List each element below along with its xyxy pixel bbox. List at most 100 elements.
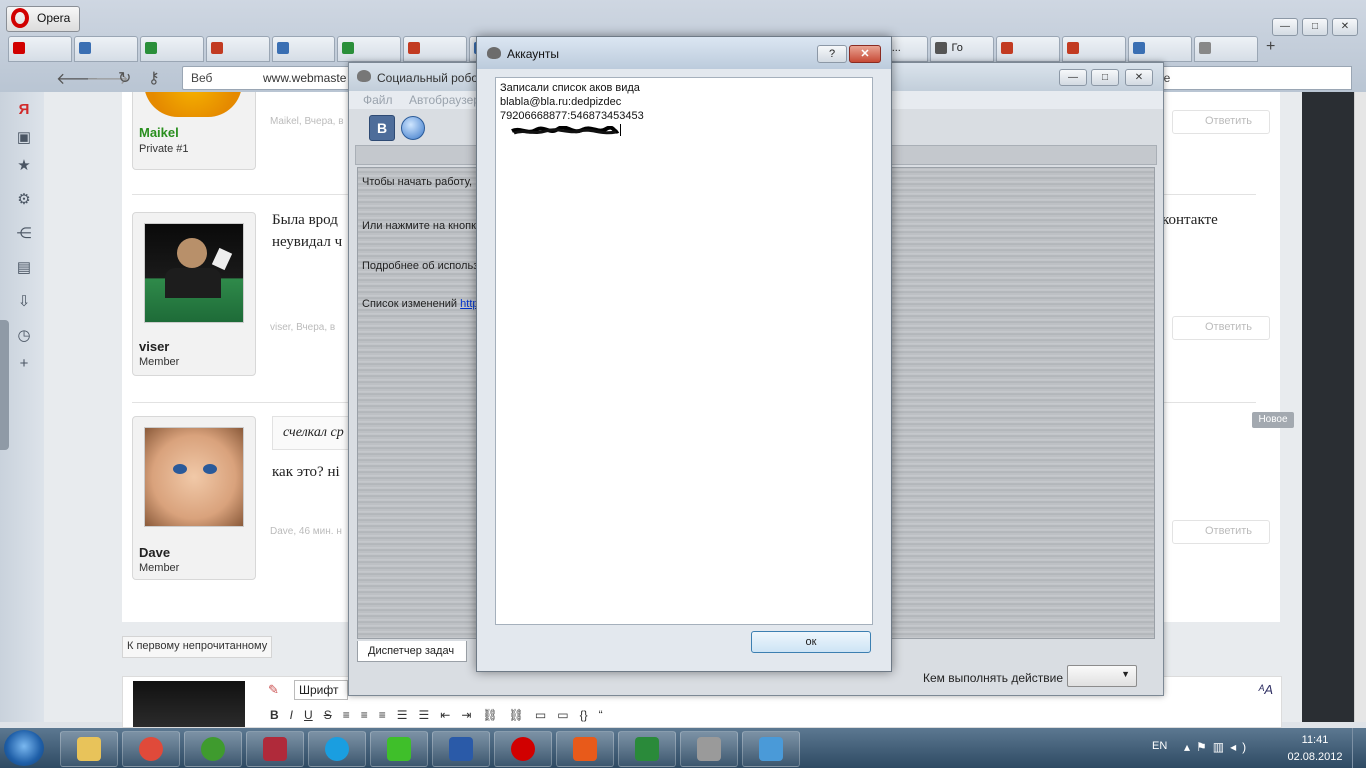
bookmarks-star-icon[interactable]: ★ — [16, 158, 32, 174]
taskbar-app-excel[interactable] — [618, 731, 676, 767]
accounts-textarea[interactable]: Записали список аков вида blabla@bla.ru:… — [495, 77, 873, 625]
browser-tab[interactable] — [205, 36, 270, 62]
link-icon[interactable]: ⛓ — [482, 708, 497, 722]
yandex-icon[interactable]: Я — [16, 102, 32, 118]
volume-icon[interactable]: ◂) — [1230, 740, 1252, 754]
maximize-icon[interactable]: □ — [1091, 69, 1119, 86]
flag-icon[interactable]: ⚑ — [1196, 740, 1213, 754]
tab-task-manager[interactable]: Диспетчер задач — [357, 641, 467, 662]
font-select[interactable]: Шрифт — [294, 680, 348, 700]
image-icon[interactable]: ▭ — [535, 708, 546, 722]
browser-tab[interactable] — [1128, 36, 1193, 62]
avatar-body-icon — [165, 268, 221, 298]
chevron-down-icon: ▼ — [1121, 669, 1130, 679]
globe-icon[interactable] — [401, 116, 425, 140]
taskbar-app-paint[interactable] — [742, 731, 800, 767]
code-icon[interactable]: {} — [580, 708, 588, 722]
robot-info-line: Чтобы начать работу, — [362, 176, 473, 188]
video-icon[interactable]: ▭ — [557, 708, 568, 722]
reply-button[interactable]: Ответить — [1172, 316, 1270, 340]
minimize-icon[interactable]: — — [1059, 69, 1087, 86]
clock-date[interactable]: 02.08.2012 — [1280, 751, 1350, 763]
new-tab-icon[interactable]: + — [1266, 38, 1275, 56]
reply-button[interactable]: Ответить — [1172, 520, 1270, 544]
post-username[interactable]: viser — [139, 339, 169, 354]
ok-button[interactable]: ок — [751, 631, 871, 653]
history-clock-icon[interactable]: ◷ — [16, 328, 32, 344]
opera-menu-button[interactable]: Opera — [6, 6, 80, 32]
taskbar-app-robot[interactable] — [680, 731, 738, 767]
browser-tab[interactable] — [1194, 36, 1258, 62]
maximize-icon[interactable]: □ — [1302, 18, 1328, 36]
browser-tab[interactable] — [139, 36, 204, 62]
post-username[interactable]: Dave — [139, 545, 170, 560]
new-posts-badge[interactable]: Новое — [1252, 412, 1294, 428]
close-icon[interactable]: ✕ — [849, 45, 881, 63]
language-indicator[interactable]: EN — [1152, 740, 1167, 752]
taskbar-app-chrome[interactable] — [122, 731, 180, 767]
address-field[interactable]: Веб www.webmaste — [182, 66, 364, 90]
align-left-icon[interactable]: ≡ — [343, 708, 350, 722]
reload-icon[interactable]: ↻ — [118, 68, 131, 88]
align-center-icon[interactable]: ≡ — [361, 708, 368, 722]
key-icon[interactable]: ⚷ — [148, 68, 160, 88]
browser-tab[interactable] — [73, 36, 138, 62]
strike-button[interactable]: S — [324, 708, 332, 722]
browser-tab[interactable] — [1062, 36, 1127, 62]
taskbar-app-disk-tool[interactable] — [246, 731, 304, 767]
vk-button[interactable]: В — [369, 115, 395, 141]
list-icon[interactable]: ☰ — [397, 708, 408, 722]
browser-tab[interactable] — [8, 36, 72, 62]
outdent-icon[interactable]: ⇤ — [440, 708, 450, 722]
clock-time[interactable]: 11:41 — [1290, 734, 1340, 746]
network-icon[interactable]: ▥ — [1213, 740, 1230, 754]
close-icon[interactable]: ✕ — [1332, 18, 1358, 36]
taskbar-app-word[interactable] — [432, 731, 490, 767]
taskbar-app-utorrent[interactable] — [184, 731, 242, 767]
reply-button[interactable]: Ответить — [1172, 110, 1270, 134]
search-field[interactable]: le — [1150, 66, 1352, 90]
unlink-icon[interactable]: ⛓ — [509, 708, 524, 722]
browser-tab[interactable] — [271, 36, 336, 62]
post-username[interactable]: Maikel — [139, 125, 179, 140]
speed-dial-icon[interactable]: ▣ — [16, 130, 32, 146]
browser-tab[interactable] — [337, 36, 402, 62]
browser-tab[interactable] — [403, 36, 468, 62]
italic-button[interactable]: I — [290, 708, 293, 722]
downloads-icon[interactable]: ⇩ — [16, 294, 32, 310]
accounts-text-line: 79206668877:546873453453 — [500, 110, 644, 122]
share-icon[interactable]: ⋲ — [16, 226, 32, 242]
post-user-role: Member — [139, 562, 180, 574]
minimize-icon[interactable]: — — [1272, 18, 1298, 36]
show-desktop-button[interactable] — [1352, 728, 1366, 768]
close-icon[interactable]: ✕ — [1125, 69, 1153, 86]
bold-button[interactable]: B — [270, 708, 279, 722]
eraser-icon[interactable]: ✎ — [268, 682, 279, 698]
add-panel-icon[interactable]: + — [16, 356, 32, 372]
taskbar-app-explorer[interactable] — [60, 731, 118, 767]
taskbar-app-skype[interactable] — [308, 731, 366, 767]
chevron-up-icon[interactable]: ▴ — [1184, 740, 1196, 754]
taskbar-app-opera[interactable] — [494, 731, 552, 767]
taskbar-app-icq[interactable] — [370, 731, 428, 767]
underline-button[interactable]: U — [304, 708, 313, 722]
menu-item-autobrowser[interactable]: Автобраузер — [409, 93, 480, 107]
notes-icon[interactable]: ▤ — [16, 260, 32, 276]
menu-item-file[interactable]: Файл — [363, 93, 393, 107]
quote-icon[interactable]: “ — [599, 708, 603, 722]
start-button[interactable] — [4, 730, 44, 766]
page-scrollbar[interactable] — [1354, 92, 1366, 722]
taskbar-app-download-master[interactable] — [556, 731, 614, 767]
settings-gear-icon[interactable]: ⚙ — [16, 192, 32, 208]
browser-tab[interactable] — [996, 36, 1061, 62]
align-right-icon[interactable]: ≡ — [379, 708, 386, 722]
font-size-icon[interactable]: ᴬA — [1258, 682, 1273, 697]
sidebar-resize-handle[interactable] — [0, 320, 9, 450]
first-unread-button[interactable]: К первому непрочитанному — [122, 636, 272, 658]
post-quote-box: счелкал ср — [272, 416, 354, 450]
action-account-select[interactable]: ▼ — [1067, 665, 1137, 687]
numbered-list-icon[interactable]: ☰ — [419, 708, 430, 722]
browser-tab[interactable]: Го — [930, 36, 995, 62]
help-button[interactable]: ? — [817, 45, 847, 63]
indent-icon[interactable]: ⇥ — [461, 708, 471, 722]
